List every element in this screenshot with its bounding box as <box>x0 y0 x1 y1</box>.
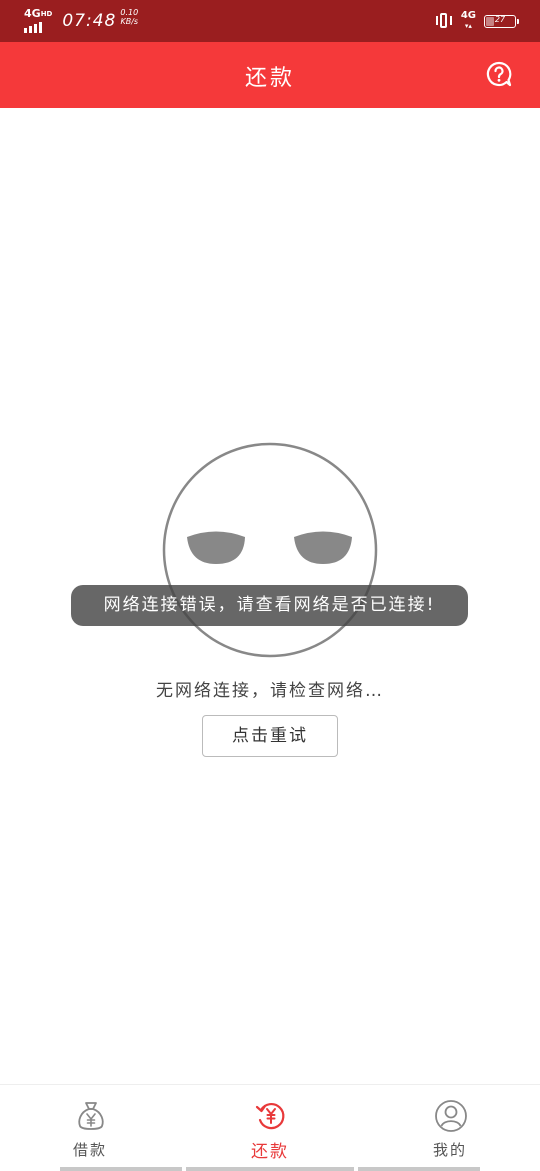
mobile-data-type: 4G <box>460 10 476 21</box>
tab-label: 借款 <box>72 1141 107 1159</box>
tab-label: 我的 <box>432 1141 467 1159</box>
signal-icon <box>24 21 52 33</box>
battery-icon: 27 <box>484 14 519 28</box>
question-bubble-icon[interactable] <box>486 61 512 87</box>
user-circle-icon <box>435 1100 467 1132</box>
vibrate-icon <box>435 12 453 30</box>
sleepy-face-icon <box>162 442 378 658</box>
money-bag-icon <box>78 1102 104 1130</box>
clock: 07:48 <box>62 11 117 31</box>
retry-button[interactable]: 点击重试 <box>202 715 338 757</box>
network-type: 4G <box>24 7 41 20</box>
bottom-tab-bar: 借款 还款 我的 <box>0 1084 540 1171</box>
network-speed: 0.10 KB/s <box>120 8 138 26</box>
status-bar: 4GHD 07:48 0.10 KB/s 4G ▾▴ 27 <box>0 0 540 42</box>
tab-mine[interactable]: 我的 <box>360 1085 540 1165</box>
battery-level: 27 <box>494 14 506 24</box>
speed-unit: KB/s <box>120 17 139 26</box>
yen-refresh-icon <box>255 1103 285 1130</box>
system-nav-indicator <box>0 1167 540 1171</box>
empty-state-message: 无网络连接，请检查网络… <box>156 681 384 701</box>
speed-value: 0.10 <box>120 8 139 17</box>
page-title: 还款 <box>244 66 295 91</box>
navbar: 还款 <box>0 42 540 108</box>
tab-repay[interactable]: 还款 <box>180 1085 360 1165</box>
error-toast: 网络连接错误，请查看网络是否已连接! <box>71 585 468 626</box>
network-indicator: 4GHD <box>24 7 53 33</box>
status-right: 4G ▾▴ 27 <box>435 9 519 33</box>
tab-loan[interactable]: 借款 <box>0 1085 180 1165</box>
network-hd: HD <box>40 10 53 18</box>
data-arrows-icon: ▾▴ <box>464 22 472 30</box>
tab-label: 还款 <box>251 1142 289 1162</box>
status-left: 4GHD 07:48 0.10 KB/s <box>24 8 138 34</box>
mobile-data-indicator: 4G ▾▴ <box>461 11 476 31</box>
